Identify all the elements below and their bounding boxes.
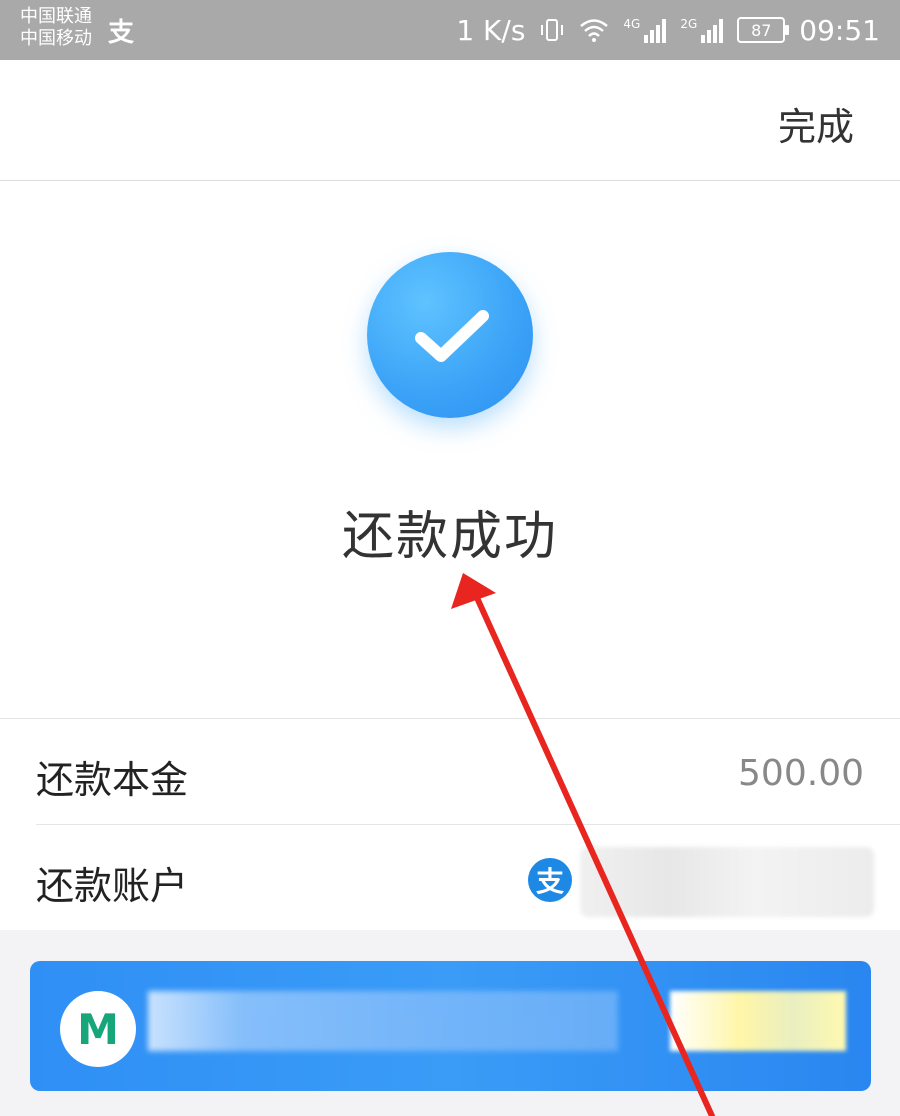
result-title: 还款成功 xyxy=(341,507,558,567)
redacted-banner-text xyxy=(148,991,618,1051)
vibrate-icon xyxy=(541,19,564,41)
status-indicators: 1 K/s 4G 2G 87 09:51 xyxy=(456,0,880,60)
signal-2g-label: 2G xyxy=(680,17,698,31)
redacted-banner-button xyxy=(670,991,846,1051)
carrier-name-1: 中国联通 xyxy=(20,6,92,27)
alipay-icon: 支 xyxy=(528,858,572,902)
top-nav-bar: 完成 xyxy=(0,60,900,181)
signal-4g-icon: 4G xyxy=(623,17,667,43)
carrier-info: 中国联通 中国移动 xyxy=(20,6,92,50)
network-speed: 1 K/s xyxy=(456,13,526,47)
done-button[interactable]: 完成 xyxy=(778,96,854,151)
principal-row: 还款本金 500.00 xyxy=(0,719,900,825)
checkmark-icon xyxy=(415,310,489,362)
brand-logo-icon: M xyxy=(60,991,136,1067)
account-label: 还款账户 xyxy=(36,864,189,908)
principal-label: 还款本金 xyxy=(36,758,189,802)
check-circle-icon xyxy=(367,252,533,418)
principal-value: 500.00 xyxy=(738,753,864,794)
signal-2g-icon: 2G xyxy=(680,17,724,43)
carrier-name-2: 中国移动 xyxy=(20,28,92,49)
status-bar: 中国联通 中国移动 支 1 K/s 4G 2G 87 09:51 xyxy=(0,0,900,60)
alipay-notification-icon: 支 xyxy=(108,18,135,48)
redacted-account xyxy=(580,847,874,917)
battery-level: 87 xyxy=(751,20,772,40)
signal-4g-label: 4G xyxy=(623,17,641,31)
clock: 09:51 xyxy=(799,13,880,47)
wifi-icon xyxy=(580,19,609,42)
promo-banner[interactable]: M xyxy=(30,961,871,1091)
account-row: 还款账户 支 xyxy=(0,825,900,931)
battery-icon: 87 xyxy=(737,17,790,43)
